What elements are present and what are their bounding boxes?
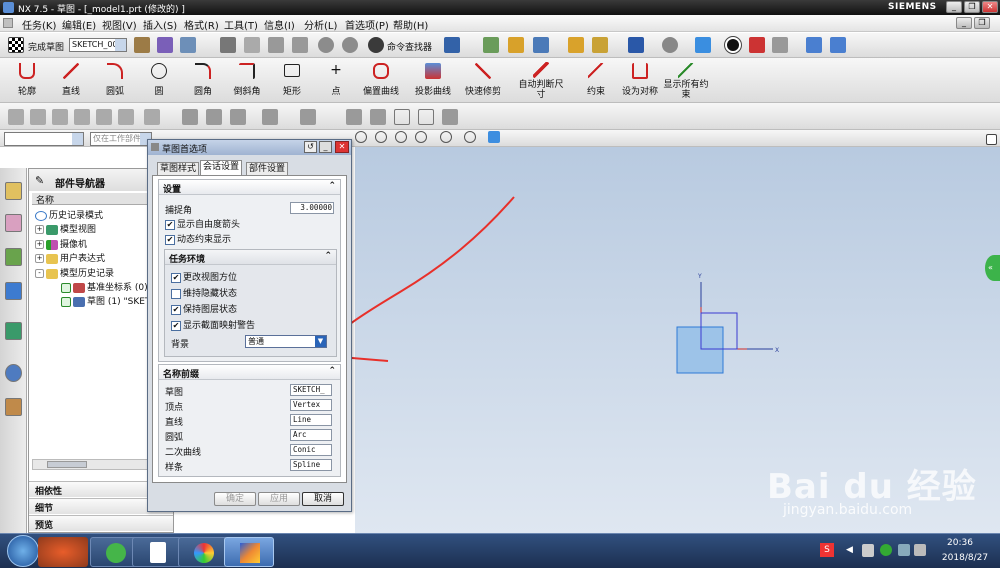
prefix-input-arc[interactable]: Arc bbox=[290, 429, 332, 441]
dialog-caption: 草图首选项 ↺ _ ✕ bbox=[148, 140, 351, 155]
maintain-hidden-state-checkbox[interactable]: 维持隐藏状态 bbox=[171, 286, 237, 299]
taskbar: S ◀ 20:36 2018/8/27 bbox=[0, 533, 1000, 568]
browser-logo-icon bbox=[106, 543, 126, 563]
section-warning-checkbox[interactable]: ✔ 显示截面映射警告 bbox=[171, 318, 255, 331]
palette-icon bbox=[194, 543, 214, 563]
checkbox-check-icon: ✔ bbox=[165, 234, 175, 245]
reset-icon[interactable]: ↺ bbox=[304, 141, 317, 153]
background-label: 背景 bbox=[171, 340, 190, 350]
collapse-icon[interactable]: ⌃ bbox=[324, 251, 332, 261]
task-environment-group: 任务环境 ⌃ ✔ 更改视图方位 维持隐藏状态 ✔ 保持图层状态 ✔ 显示截面映射警告 背… bbox=[164, 249, 337, 357]
dialog-close-button[interactable]: ✕ bbox=[335, 141, 349, 153]
prefix-label: 样条 bbox=[165, 463, 184, 473]
checkbox-check-icon: ✔ bbox=[171, 304, 181, 315]
checkbox-check-icon: ✔ bbox=[171, 272, 181, 283]
prefix-input-sketch[interactable]: SKETCH_ bbox=[290, 384, 332, 396]
prefix-label: 直线 bbox=[165, 418, 184, 428]
taskbar-paint-icon[interactable] bbox=[178, 537, 228, 567]
start-button-icon[interactable] bbox=[7, 535, 39, 567]
prefix-label: 二次曲线 bbox=[165, 448, 202, 458]
dynamic-constraint-checkbox[interactable]: ✔ 动态约束显示 bbox=[165, 232, 231, 245]
background-select[interactable]: 普通 ▼ bbox=[245, 335, 327, 348]
sketch-preferences-dialog: 草图首选项 ↺ _ ✕ 草图样式 会话设置 部件设置 设置 ⌃ 捕捉角 3.000… bbox=[147, 139, 352, 512]
prefix-label: 顶点 bbox=[165, 403, 184, 413]
ok-button[interactable]: 确定 bbox=[214, 492, 256, 506]
document-icon bbox=[150, 542, 166, 563]
tray-shield-icon[interactable] bbox=[862, 544, 874, 557]
settings-header[interactable]: 设置 ⌃ bbox=[159, 180, 340, 195]
prefix-label: 草图 bbox=[165, 388, 184, 398]
clock-time[interactable]: 20:36 bbox=[936, 538, 984, 548]
snap-angle-label: 捕捉角 bbox=[165, 206, 193, 216]
prefix-input-vertex[interactable]: Vertex bbox=[290, 399, 332, 411]
tray-network-icon[interactable] bbox=[898, 544, 910, 556]
tab-part-settings[interactable]: 部件设置 bbox=[246, 162, 289, 175]
taskbar-doc-icon[interactable] bbox=[132, 537, 182, 567]
clock-date[interactable]: 2018/8/27 bbox=[936, 553, 994, 563]
prefix-input-conic[interactable]: Conic bbox=[290, 444, 332, 456]
cancel-button[interactable]: 取消 bbox=[302, 492, 344, 506]
prefix-label: 圆弧 bbox=[165, 433, 184, 443]
maintain-layer-state-checkbox[interactable]: ✔ 保持图层状态 bbox=[171, 302, 237, 315]
tab-session-settings[interactable]: 会话设置 bbox=[200, 160, 243, 175]
name-prefix-header[interactable]: 名称前缀 ⌃ bbox=[159, 365, 340, 380]
tab-sketch-style[interactable]: 草图样式 bbox=[157, 162, 200, 175]
dialog-minimize-button[interactable]: _ bbox=[319, 141, 332, 153]
collapse-icon[interactable]: ⌃ bbox=[328, 366, 336, 376]
snap-angle-input[interactable]: 3.00000 bbox=[290, 202, 334, 214]
dialog-icon bbox=[151, 143, 159, 151]
tray-s-icon[interactable]: S bbox=[820, 543, 834, 557]
task-environment-header[interactable]: 任务环境 ⌃ bbox=[165, 250, 336, 265]
taskbar-app-icon[interactable] bbox=[38, 537, 88, 567]
prefix-input-spline[interactable]: Spline bbox=[290, 459, 332, 471]
checkbox-check-icon: ✔ bbox=[165, 219, 175, 230]
name-prefix-group: 名称前缀 ⌃ 草图 SKETCH_ 顶点 Vertex 直线 Line 圆弧 Ar… bbox=[158, 364, 341, 477]
change-view-orientation-checkbox[interactable]: ✔ 更改视图方位 bbox=[171, 270, 237, 283]
show-dof-arrows-checkbox[interactable]: ✔ 显示自由度箭头 bbox=[165, 217, 240, 230]
taskbar-nx-icon[interactable] bbox=[224, 537, 274, 567]
checkbox-empty-icon bbox=[171, 288, 181, 299]
prefix-input-line[interactable]: Line bbox=[290, 414, 332, 426]
collapse-icon[interactable]: ⌃ bbox=[328, 181, 336, 191]
chevron-down-icon[interactable]: ▼ bbox=[315, 336, 326, 347]
apply-button[interactable]: 应用 bbox=[258, 492, 300, 506]
dialog-title: 草图首选项 bbox=[162, 145, 208, 155]
checkbox-check-icon: ✔ bbox=[171, 320, 181, 331]
tray-update-icon[interactable] bbox=[880, 544, 892, 556]
nx-app-icon bbox=[240, 543, 260, 563]
settings-group: 设置 ⌃ 捕捉角 3.00000 ✔ 显示自由度箭头 ✔ 动态约束显示 任务环境 ⌃ ✔… bbox=[158, 179, 341, 362]
tray-volume-icon[interactable] bbox=[914, 544, 926, 556]
tray-arrow-icon[interactable]: ◀ bbox=[846, 545, 853, 555]
